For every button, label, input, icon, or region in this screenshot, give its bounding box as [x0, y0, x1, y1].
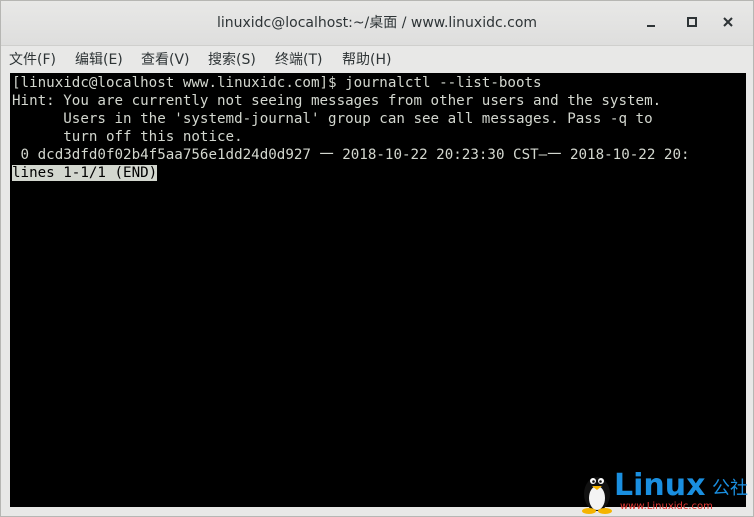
title-bar[interactable]: linuxidc@localhost:~/桌面 / www.linuxidc.c…	[1, 1, 753, 46]
maximize-button[interactable]	[682, 13, 702, 33]
watermark-logo: Linux 公社 www.Linuxidc.com	[578, 468, 754, 516]
terminal-line-hint-2: Users in the 'systemd-journal' group can…	[12, 111, 653, 127]
close-icon	[723, 17, 733, 27]
terminal-line-hint: Hint: You are currently not seeing messa…	[12, 93, 662, 109]
minimize-icon	[647, 25, 655, 27]
watermark-url: www.Linuxidc.com	[620, 501, 713, 512]
terminal-output[interactable]: [linuxidc@localhost www.linuxidc.com]$ j…	[10, 73, 732, 507]
menu-terminal[interactable]: 终端(T)	[275, 49, 322, 71]
watermark-brand-cn: 公社	[712, 478, 748, 499]
menu-help[interactable]: 帮助(H)	[342, 49, 391, 71]
pager-status-line: lines 1-1/1 (END)	[12, 164, 158, 182]
maximize-icon	[687, 17, 697, 27]
terminal-line-boot-entry: 0 dcd3dfd0f02b4f5aa756e1dd24d0d927 一 201…	[12, 147, 690, 163]
minimize-button[interactable]	[641, 13, 661, 33]
menu-bar: 文件(F) 编辑(E) 查看(V) 搜索(S) 终端(T) 帮助(H)	[1, 46, 753, 73]
menu-search[interactable]: 搜索(S)	[208, 49, 256, 71]
terminal-line-prompt: [linuxidc@localhost www.linuxidc.com]$ j…	[12, 75, 542, 91]
close-button[interactable]	[718, 13, 738, 33]
pager-status: lines 1-1/1 (END)	[12, 165, 158, 181]
terminal-window: linuxidc@localhost:~/桌面 / www.linuxidc.c…	[0, 0, 754, 517]
menu-view[interactable]: 查看(V)	[141, 49, 190, 71]
tux-penguin-icon	[582, 477, 612, 514]
menu-edit[interactable]: 编辑(E)	[75, 49, 123, 71]
watermark-brand: Linux	[614, 468, 706, 503]
menu-file[interactable]: 文件(F)	[9, 49, 56, 71]
terminal-scrollbar[interactable]	[732, 73, 746, 507]
terminal-line-hint-3: turn off this notice.	[12, 129, 243, 145]
